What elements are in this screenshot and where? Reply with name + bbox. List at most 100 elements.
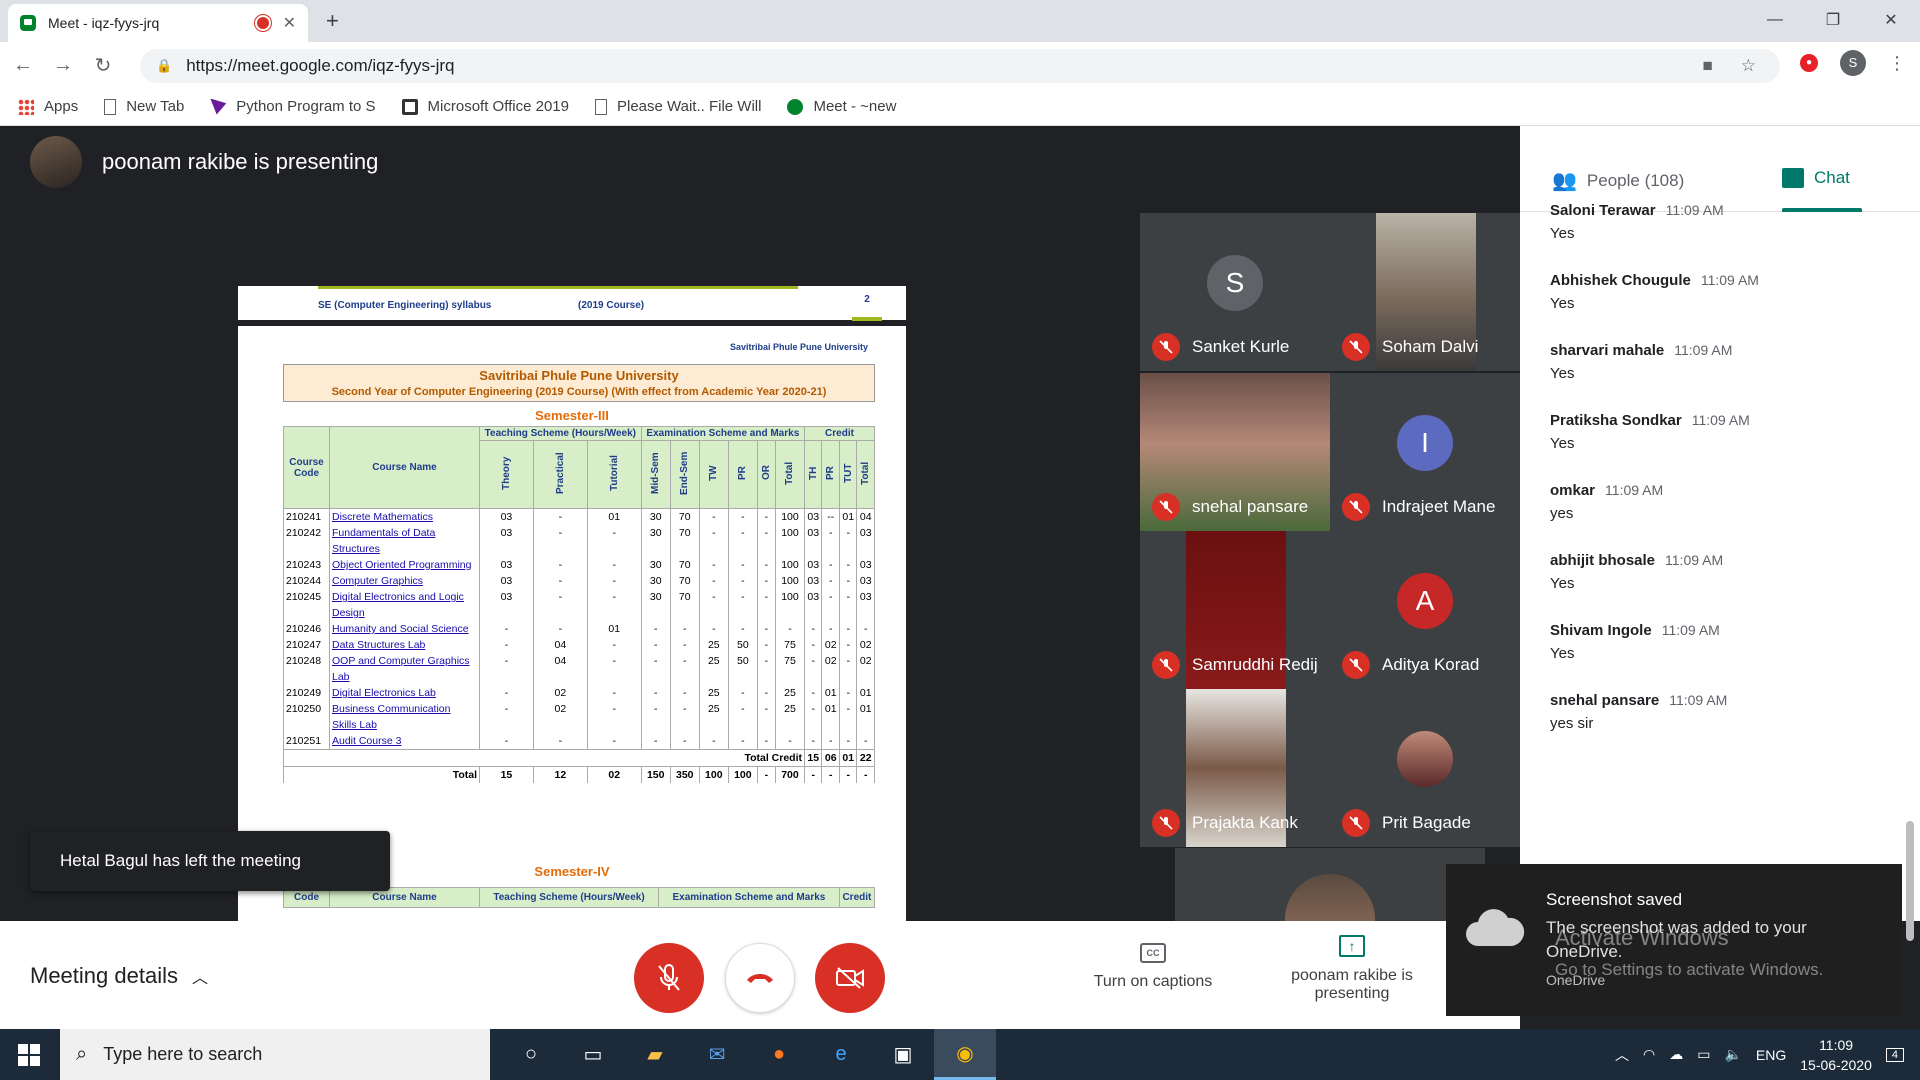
value-cell: -	[756, 573, 776, 589]
firefox-icon[interactable]: ●	[748, 1029, 810, 1080]
camera-toggle-button[interactable]	[815, 943, 885, 1013]
value-cell: -	[838, 637, 858, 653]
bookmark-please-wait[interactable]: Please Wait.. File Will	[594, 98, 761, 115]
taskbar-search-box[interactable]: ⌕ Type here to search	[60, 1029, 490, 1080]
course-name-link[interactable]: Digital Electronics Lab	[329, 685, 480, 701]
sender-name: snehal pansare	[1550, 692, 1660, 709]
captions-button[interactable]: CC Turn on captions	[1073, 943, 1233, 991]
recording-indicator-icon	[256, 17, 269, 29]
bookmark-label: New Tab	[126, 98, 185, 115]
course-code-cell: 210249	[283, 685, 330, 701]
course-name-link[interactable]: Discrete Mathematics	[329, 508, 480, 525]
present-button[interactable]: ↑ poonam rakibe is presenting	[1272, 935, 1432, 1003]
course-name-link[interactable]: Business Communication Skills Lab	[329, 701, 480, 733]
chat-scrollbar[interactable]	[1906, 821, 1914, 941]
action-center-icon[interactable]: 4	[1885, 1047, 1904, 1062]
mail-icon[interactable]: ✉	[686, 1029, 748, 1080]
course-name-link[interactable]: Data Structures Lab	[329, 637, 480, 653]
bookmark-meet[interactable]: Meet - ~new	[787, 98, 896, 115]
value-cell: 70	[669, 557, 700, 573]
participant-tile[interactable]: Prajakta Kank	[1140, 689, 1330, 847]
sub-column-label: TUT	[842, 463, 854, 483]
participant-tile[interactable]: I Indrajeet Mane	[1330, 373, 1520, 531]
meeting-details-button[interactable]: Meeting details ︿	[30, 963, 208, 989]
value-cell: 03	[803, 573, 823, 589]
address-bar[interactable]: 🔒 https://meet.google.com/iqz-fyys-jrq ■…	[140, 49, 1780, 83]
sub-column-header: Tutorial	[586, 440, 642, 509]
participant-tile[interactable]: snehal pansare	[1140, 373, 1330, 531]
bookmark-office[interactable]: Microsoft Office 2019	[401, 98, 569, 115]
participant-tile-partial[interactable]	[1175, 848, 1485, 921]
profile-avatar[interactable]: S	[1840, 50, 1866, 76]
star-icon[interactable]: ☆	[1741, 56, 1756, 76]
minimize-icon[interactable]: —	[1746, 0, 1804, 40]
value-cell: 100	[774, 525, 806, 557]
message-time: 11:09 AM	[1669, 692, 1728, 708]
course-name-link[interactable]: OOP and Computer Graphics Lab	[329, 653, 480, 685]
file-explorer-icon[interactable]: ▰	[624, 1029, 686, 1080]
adblock-icon[interactable]: ●	[1800, 54, 1818, 72]
tab-chat[interactable]: Chat	[1782, 168, 1850, 188]
value-cell: -	[479, 637, 534, 653]
tab-people[interactable]: 👥 People (108)	[1552, 168, 1684, 193]
restore-icon[interactable]: ❐	[1804, 0, 1862, 40]
shared-screen-document: SE (Computer Engineering) syllabus (2019…	[238, 286, 906, 921]
bookmark-apps[interactable]: Apps	[18, 98, 78, 115]
bookmark-new-tab[interactable]: New Tab	[104, 98, 184, 115]
meeting-stage: poonam rakibe is presenting SE (Computer…	[0, 126, 1520, 921]
total-row: Total 15 12 02 150 350 100 100-700- - - -	[283, 766, 875, 783]
edge-icon[interactable]: e	[810, 1029, 872, 1080]
mic-toggle-button[interactable]	[634, 943, 704, 1013]
reload-icon[interactable]: ↻	[86, 53, 120, 78]
back-icon[interactable]: ←	[6, 54, 40, 77]
sender-name: Abhishek Chougule	[1550, 272, 1691, 289]
store-icon[interactable]: ▣	[872, 1029, 934, 1080]
close-window-icon[interactable]: ✕	[1862, 0, 1920, 40]
course-name-link[interactable]: Audit Course 3	[329, 733, 480, 750]
value-cell: -	[532, 621, 588, 637]
tab-chat-label: Chat	[1814, 168, 1850, 187]
participant-tile[interactable]: Soham Dalvi	[1330, 213, 1520, 371]
participant-tile[interactable]: S Sanket Kurle	[1140, 213, 1330, 371]
value-cell: 02	[856, 653, 875, 685]
sub-column-header: TW	[698, 440, 729, 509]
onedrive-icon[interactable]: ☁	[1669, 1046, 1683, 1063]
value-cell: -	[669, 637, 700, 653]
participant-tile[interactable]: A Aditya Korad	[1330, 531, 1520, 689]
chevron-up-icon[interactable]: ︿	[1615, 1045, 1629, 1065]
battery-icon[interactable]: ▭	[1697, 1046, 1710, 1063]
task-view-icon[interactable]: ▭	[562, 1029, 624, 1080]
language-indicator[interactable]: ENG	[1756, 1047, 1786, 1063]
leave-call-button[interactable]	[725, 943, 795, 1013]
clock[interactable]: 11:09 15-06-2020	[1800, 1035, 1872, 1075]
value-cell: -	[479, 685, 534, 701]
course-name-link[interactable]: Computer Graphics	[329, 573, 480, 589]
chrome-icon[interactable]: ◉	[934, 1029, 996, 1080]
course-name-link[interactable]: Fundamentals of Data Structures	[329, 525, 480, 557]
participant-tile[interactable]: Prit Bagade	[1330, 689, 1520, 847]
table-row: 210251 Audit Course 3-------------	[283, 733, 875, 750]
wifi-icon[interactable]: ◠	[1643, 1046, 1655, 1063]
present-screen-icon: ↑	[1339, 935, 1365, 957]
course-code-cell: 210241	[283, 508, 330, 525]
course-name-link[interactable]: Humanity and Social Science	[329, 621, 480, 637]
menu-kebab-icon[interactable]: ⋮	[1888, 53, 1906, 74]
value-cell: 03	[479, 589, 534, 621]
bookmarks-bar: Apps New Tab Python Program to S Microso…	[0, 88, 1920, 126]
participant-tile[interactable]: Samruddhi Redij	[1140, 531, 1330, 689]
new-tab-button[interactable]: +	[326, 8, 339, 34]
forward-icon[interactable]: →	[46, 54, 80, 77]
camera-icon[interactable]: ■	[1702, 56, 1712, 76]
bookmark-python[interactable]: Python Program to S	[210, 98, 376, 115]
cortana-icon[interactable]: ○	[500, 1029, 562, 1080]
value-cell: -	[838, 525, 858, 557]
volume-icon[interactable]: 🔈	[1724, 1046, 1741, 1063]
course-name-link[interactable]: Object Oriented Programming	[329, 557, 480, 573]
close-tab-icon[interactable]: ✕	[283, 13, 296, 33]
course-name-link[interactable]: Digital Electronics and Logic Design	[329, 589, 480, 621]
meet-favicon-icon	[787, 98, 804, 115]
browser-tab-meet[interactable]: Meet - iqz-fyys-jrq ✕	[8, 4, 308, 42]
value-cell: -	[640, 653, 671, 685]
url-text: https://meet.google.com/iqz-fyys-jrq	[186, 56, 455, 75]
windows-start-icon[interactable]	[18, 1044, 40, 1066]
